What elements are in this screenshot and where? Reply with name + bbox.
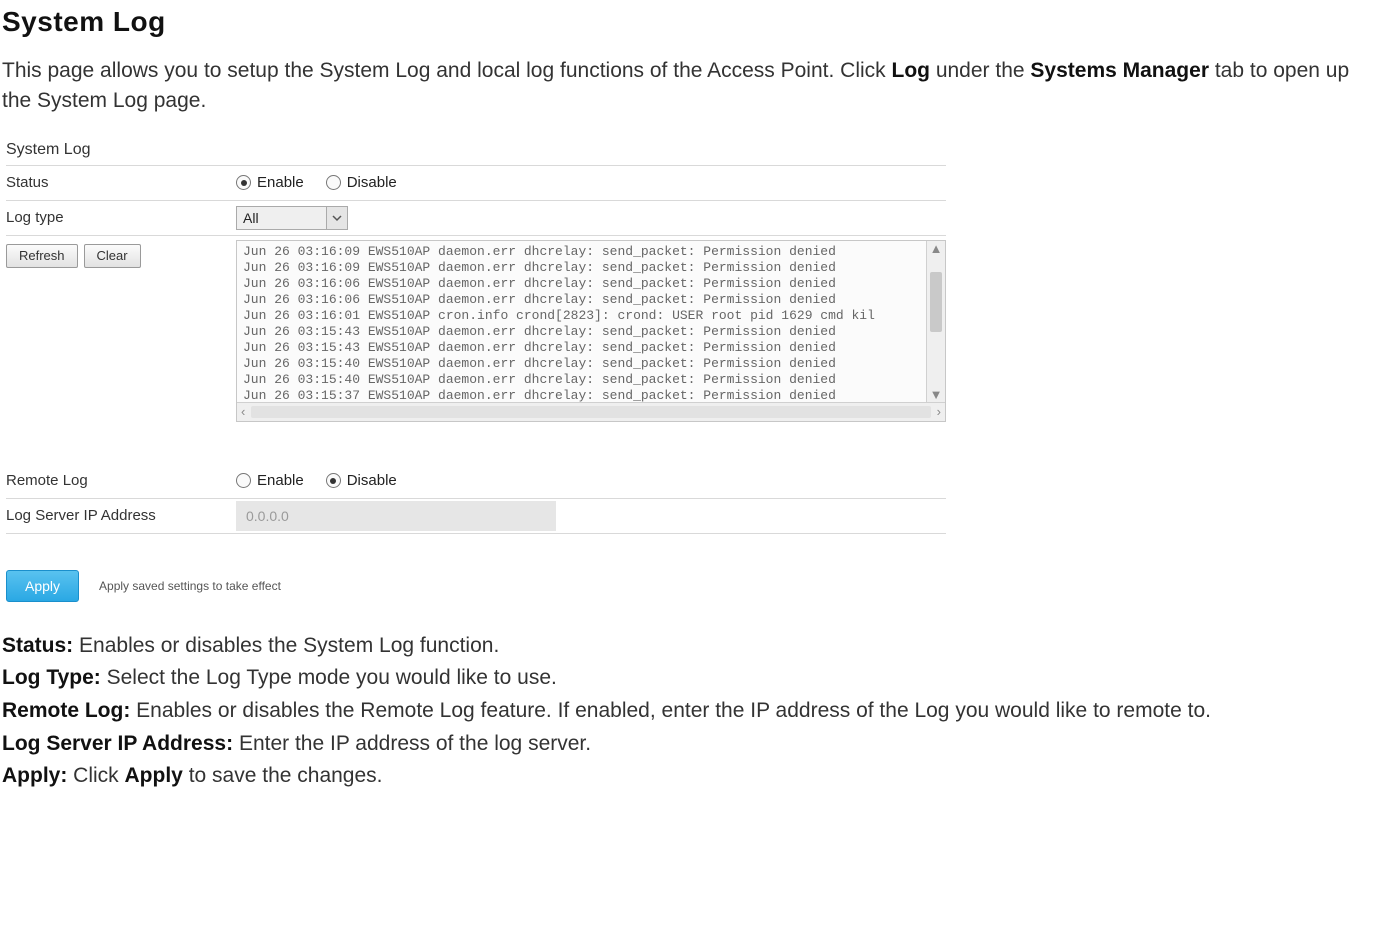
panel-section-title: System Log xyxy=(6,139,946,165)
refresh-button[interactable]: Refresh xyxy=(6,244,78,268)
status-row: Status Enable Disable xyxy=(6,165,946,200)
def-remote-term: Remote Log: xyxy=(2,699,130,722)
log-server-ip-row: Log Server IP Address 0.0.0.0 xyxy=(6,498,946,534)
log-output-row: Refresh Clear Jun 26 03:16:09 EWS510AP d… xyxy=(6,235,946,422)
logtype-value: All xyxy=(237,210,265,226)
radio-icon xyxy=(326,473,341,488)
chevron-down-icon xyxy=(326,207,347,229)
log-line: Jun 26 03:15:43 EWS510AP daemon.err dhcr… xyxy=(243,340,923,356)
logtype-select[interactable]: All xyxy=(236,206,348,230)
scrollbar-thumb[interactable] xyxy=(930,272,942,332)
remote-disable-label: Disable xyxy=(347,472,397,489)
remote-log-label: Remote Log xyxy=(6,472,236,489)
def-status: Status: Enables or disables the System L… xyxy=(2,630,1378,663)
clear-button[interactable]: Clear xyxy=(84,244,141,268)
def-ip: Log Server IP Address: Enter the IP addr… xyxy=(2,728,1378,761)
apply-row: Apply Apply saved settings to take effec… xyxy=(6,570,946,602)
status-disable-label: Disable xyxy=(347,174,397,191)
radio-icon xyxy=(236,473,251,488)
def-logtype-term: Log Type: xyxy=(2,666,101,689)
apply-button[interactable]: Apply xyxy=(6,570,79,602)
chevron-right-icon: › xyxy=(937,404,941,419)
def-status-term: Status: xyxy=(2,634,73,657)
def-ip-term: Log Server IP Address: xyxy=(2,732,233,755)
log-server-ip-value: 0.0.0.0 xyxy=(246,508,289,524)
chevron-down-icon: ▼ xyxy=(930,387,943,402)
chevron-up-icon: ▲ xyxy=(930,241,943,256)
radio-icon xyxy=(326,175,341,190)
vertical-scrollbar[interactable]: ▲ ▼ xyxy=(926,241,945,402)
system-log-panel: System Log Status Enable Disable Log typ… xyxy=(6,139,946,602)
log-line: Jun 26 03:16:09 EWS510AP daemon.err dhcr… xyxy=(243,260,923,276)
page-title: System Log xyxy=(2,6,1378,38)
def-apply-desc: Click xyxy=(73,764,124,787)
def-apply-desc: to save the changes. xyxy=(189,764,383,787)
status-disable-radio[interactable]: Disable xyxy=(326,174,397,191)
log-server-ip-label: Log Server IP Address xyxy=(6,507,236,524)
log-line: Jun 26 03:16:01 EWS510AP cron.info crond… xyxy=(243,308,923,324)
log-line: Jun 26 03:16:09 EWS510AP daemon.err dhcr… xyxy=(243,244,923,260)
def-status-desc: Enables or disables the System Log funct… xyxy=(79,634,499,657)
log-line: Jun 26 03:15:43 EWS510AP daemon.err dhcr… xyxy=(243,324,923,340)
scrollbar-track[interactable] xyxy=(251,406,930,418)
log-server-ip-input[interactable]: 0.0.0.0 xyxy=(236,501,556,531)
def-logtype: Log Type: Select the Log Type mode you w… xyxy=(2,662,1378,695)
intro-strong-systems-manager: Systems Manager xyxy=(1030,59,1209,82)
intro-strong-log: Log xyxy=(892,59,930,82)
def-remote: Remote Log: Enables or disables the Remo… xyxy=(2,695,1378,728)
def-remote-desc: Enables or disables the Remote Log featu… xyxy=(136,699,1211,722)
log-line: Jun 26 03:16:06 EWS510AP daemon.err dhcr… xyxy=(243,292,923,308)
log-line: Jun 26 03:16:06 EWS510AP daemon.err dhcr… xyxy=(243,276,923,292)
status-enable-label: Enable xyxy=(257,174,304,191)
chevron-left-icon: ‹ xyxy=(241,404,245,419)
log-line: Jun 26 03:15:40 EWS510AP daemon.err dhcr… xyxy=(243,372,923,388)
radio-icon xyxy=(236,175,251,190)
remote-log-row: Remote Log Enable Disable xyxy=(6,464,946,498)
apply-note: Apply saved settings to take effect xyxy=(99,579,281,593)
remote-enable-radio[interactable]: Enable xyxy=(236,472,304,489)
logtype-row: Log type All xyxy=(6,200,946,235)
status-label: Status xyxy=(6,174,236,191)
log-line: Jun 26 03:15:40 EWS510AP daemon.err dhcr… xyxy=(243,356,923,372)
def-apply-bold: Apply xyxy=(125,764,183,787)
remote-disable-radio[interactable]: Disable xyxy=(326,472,397,489)
def-apply: Apply: Click Apply to save the changes. xyxy=(2,760,1378,793)
def-logtype-desc: Select the Log Type mode you would like … xyxy=(107,666,557,689)
status-enable-radio[interactable]: Enable xyxy=(236,174,304,191)
intro-paragraph: This page allows you to setup the System… xyxy=(2,56,1378,117)
log-textarea[interactable]: Jun 26 03:16:09 EWS510AP daemon.err dhcr… xyxy=(236,240,946,422)
horizontal-scrollbar[interactable]: ‹ › xyxy=(237,402,945,421)
intro-text: This page allows you to setup the System… xyxy=(2,59,892,82)
intro-text: under the xyxy=(936,59,1031,82)
logtype-label: Log type xyxy=(6,209,236,226)
def-apply-term: Apply: xyxy=(2,764,67,787)
def-ip-desc: Enter the IP address of the log server. xyxy=(239,732,591,755)
remote-enable-label: Enable xyxy=(257,472,304,489)
